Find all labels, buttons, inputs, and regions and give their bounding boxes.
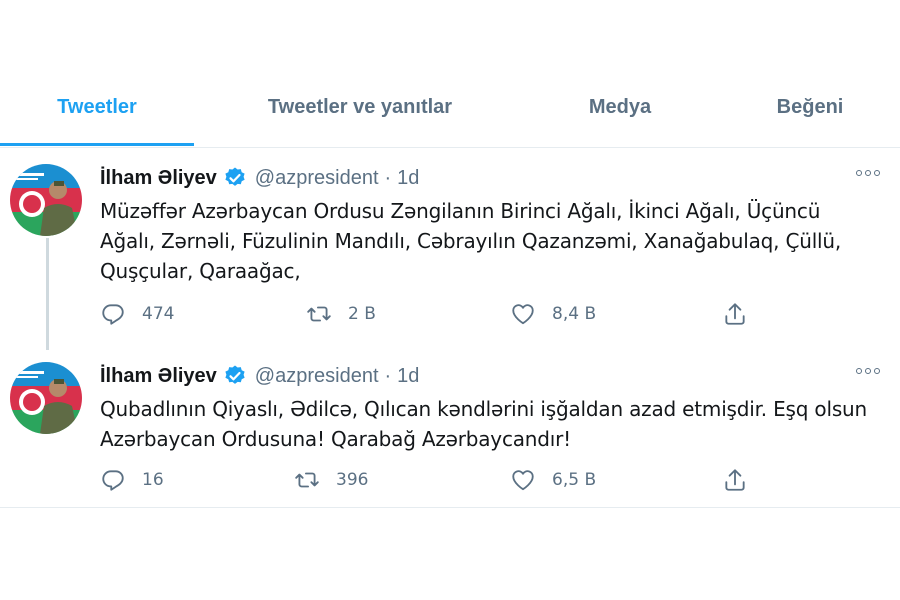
- more-options-icon[interactable]: [856, 170, 880, 176]
- profile-tabs: Tweetler Tweetler ve yanıtlar Medya Beğe…: [0, 82, 900, 148]
- avatar[interactable]: [10, 362, 82, 434]
- like-button[interactable]: 6,5 B: [510, 464, 596, 496]
- tab-media[interactable]: Medya: [550, 82, 690, 148]
- avatar-image: [10, 164, 82, 236]
- author-name[interactable]: İlham Əliyev: [100, 167, 217, 190]
- reply-icon: [102, 304, 124, 325]
- share-icon: [725, 303, 745, 325]
- avatar[interactable]: [10, 164, 82, 236]
- separator-dot: ·: [384, 166, 392, 189]
- retweet-count: 396: [336, 470, 369, 490]
- reply-button[interactable]: 474: [100, 298, 174, 330]
- separator-dot: ·: [384, 364, 392, 387]
- retweet-button[interactable]: 2 B: [306, 298, 376, 330]
- author-name[interactable]: İlham Əliyev: [100, 365, 217, 388]
- share-button[interactable]: [722, 298, 764, 330]
- verified-badge-icon: [225, 167, 245, 186]
- share-icon: [725, 469, 745, 491]
- more-options-icon[interactable]: [856, 368, 880, 374]
- tab-likes[interactable]: Beğeni: [740, 82, 880, 148]
- share-button[interactable]: [722, 464, 764, 496]
- tweet-header: İlham Əliyev @azpresident · 1d: [100, 164, 419, 192]
- tab-tweets[interactable]: Tweetler: [0, 82, 194, 148]
- tweet-timestamp[interactable]: 1d: [397, 365, 419, 388]
- like-icon: [512, 470, 534, 491]
- tweet[interactable]: İlham Əliyev @azpresident · 1d Qubadlını…: [0, 348, 900, 508]
- author-handle[interactable]: @azpresident: [255, 365, 379, 388]
- reply-count: 474: [142, 304, 175, 324]
- author-handle[interactable]: @azpresident: [255, 167, 379, 190]
- tweet[interactable]: İlham Əliyev @azpresident · 1d Müzəffər …: [0, 150, 900, 348]
- verified-badge-icon: [225, 365, 245, 384]
- tweet-actions: 474 2 B 8,4 B: [100, 298, 780, 330]
- like-icon: [512, 304, 534, 325]
- retweet-count: 2 B: [348, 304, 376, 324]
- like-count: 8,4 B: [552, 304, 597, 324]
- tweet-text: Müzəffər Azərbaycan Ordusu Zəngilanın Bi…: [100, 199, 842, 283]
- tab-tweets-and-replies[interactable]: Tweetler ve yanıtlar: [220, 82, 500, 148]
- like-button[interactable]: 8,4 B: [510, 298, 596, 330]
- avatar-image: [10, 362, 82, 434]
- tweet-header: İlham Əliyev @azpresident · 1d: [100, 362, 419, 390]
- retweet-icon: [307, 306, 331, 322]
- like-count: 6,5 B: [552, 470, 597, 490]
- reply-count: 16: [142, 470, 164, 490]
- tweet-text: Qubadlının Qiyaslı, Ədilcə, Qılıcan kənd…: [100, 397, 867, 451]
- tweet-timestamp[interactable]: 1d: [397, 167, 419, 190]
- active-tab-indicator: [0, 143, 194, 146]
- tweet-actions: 16 396 6,5 B: [100, 464, 780, 496]
- reply-button[interactable]: 16: [100, 464, 164, 496]
- reply-icon: [102, 470, 124, 491]
- retweet-icon: [295, 472, 319, 488]
- retweet-button[interactable]: 396: [294, 464, 368, 496]
